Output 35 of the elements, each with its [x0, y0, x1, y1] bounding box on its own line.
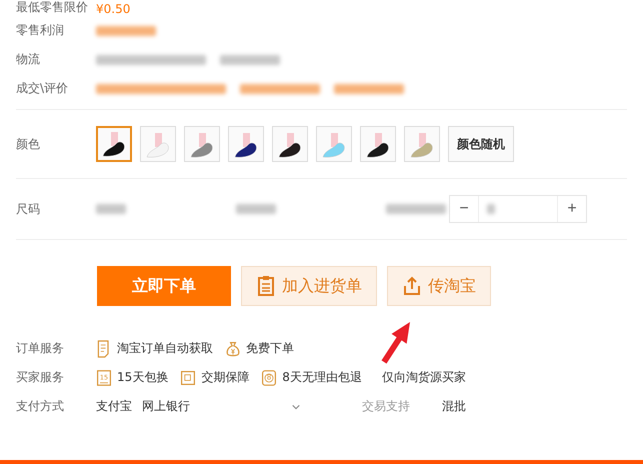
badge-icon: 8 — [261, 368, 278, 386]
blurred-text — [236, 204, 276, 214]
field-label: 零售利润 — [16, 22, 65, 39]
field-label: 交易支持 — [362, 398, 411, 415]
square-icon — [180, 368, 196, 386]
service-text: 交期保障 — [201, 369, 250, 386]
price-value: ¥0.50 — [96, 2, 130, 16]
field-label: 订单服务 — [16, 340, 65, 357]
blurred-text — [220, 54, 280, 64]
sock-thumbnail[interactable] — [96, 126, 132, 162]
service-text: 免费下单 — [246, 340, 294, 357]
service-text: 仅向淘货源买家 — [382, 369, 466, 386]
payment-method: 支付宝 — [96, 398, 132, 415]
field-label: 买家服务 — [16, 369, 65, 386]
upload-icon — [402, 275, 422, 297]
service-text: 淘宝订单自动获取 — [117, 340, 213, 357]
blurred-text — [96, 204, 126, 214]
blurred-text — [96, 26, 156, 36]
field-label: 成交\评价 — [16, 80, 70, 97]
blurred-text — [334, 84, 404, 94]
quantity-stepper[interactable]: − + — [449, 195, 587, 223]
field-label: 颜色 — [16, 136, 41, 152]
field-label: 支付方式 — [16, 398, 65, 415]
service-text: 15天包换 — [117, 369, 168, 386]
field-label: 物流 — [16, 51, 41, 68]
payment-method: 网上银行 — [142, 398, 190, 415]
field-label: 尺码 — [16, 200, 41, 218]
money-bag-icon — [225, 340, 241, 358]
trade-value: 混批 — [442, 398, 466, 415]
blurred-text — [386, 204, 446, 214]
color-option[interactable]: 颜色随机 — [448, 126, 514, 162]
clipboard-icon — [256, 275, 276, 297]
service-text: 8天无理由包退 — [282, 369, 362, 386]
field-label: 最低零售限价 — [16, 0, 89, 16]
blurred-text — [487, 204, 495, 214]
